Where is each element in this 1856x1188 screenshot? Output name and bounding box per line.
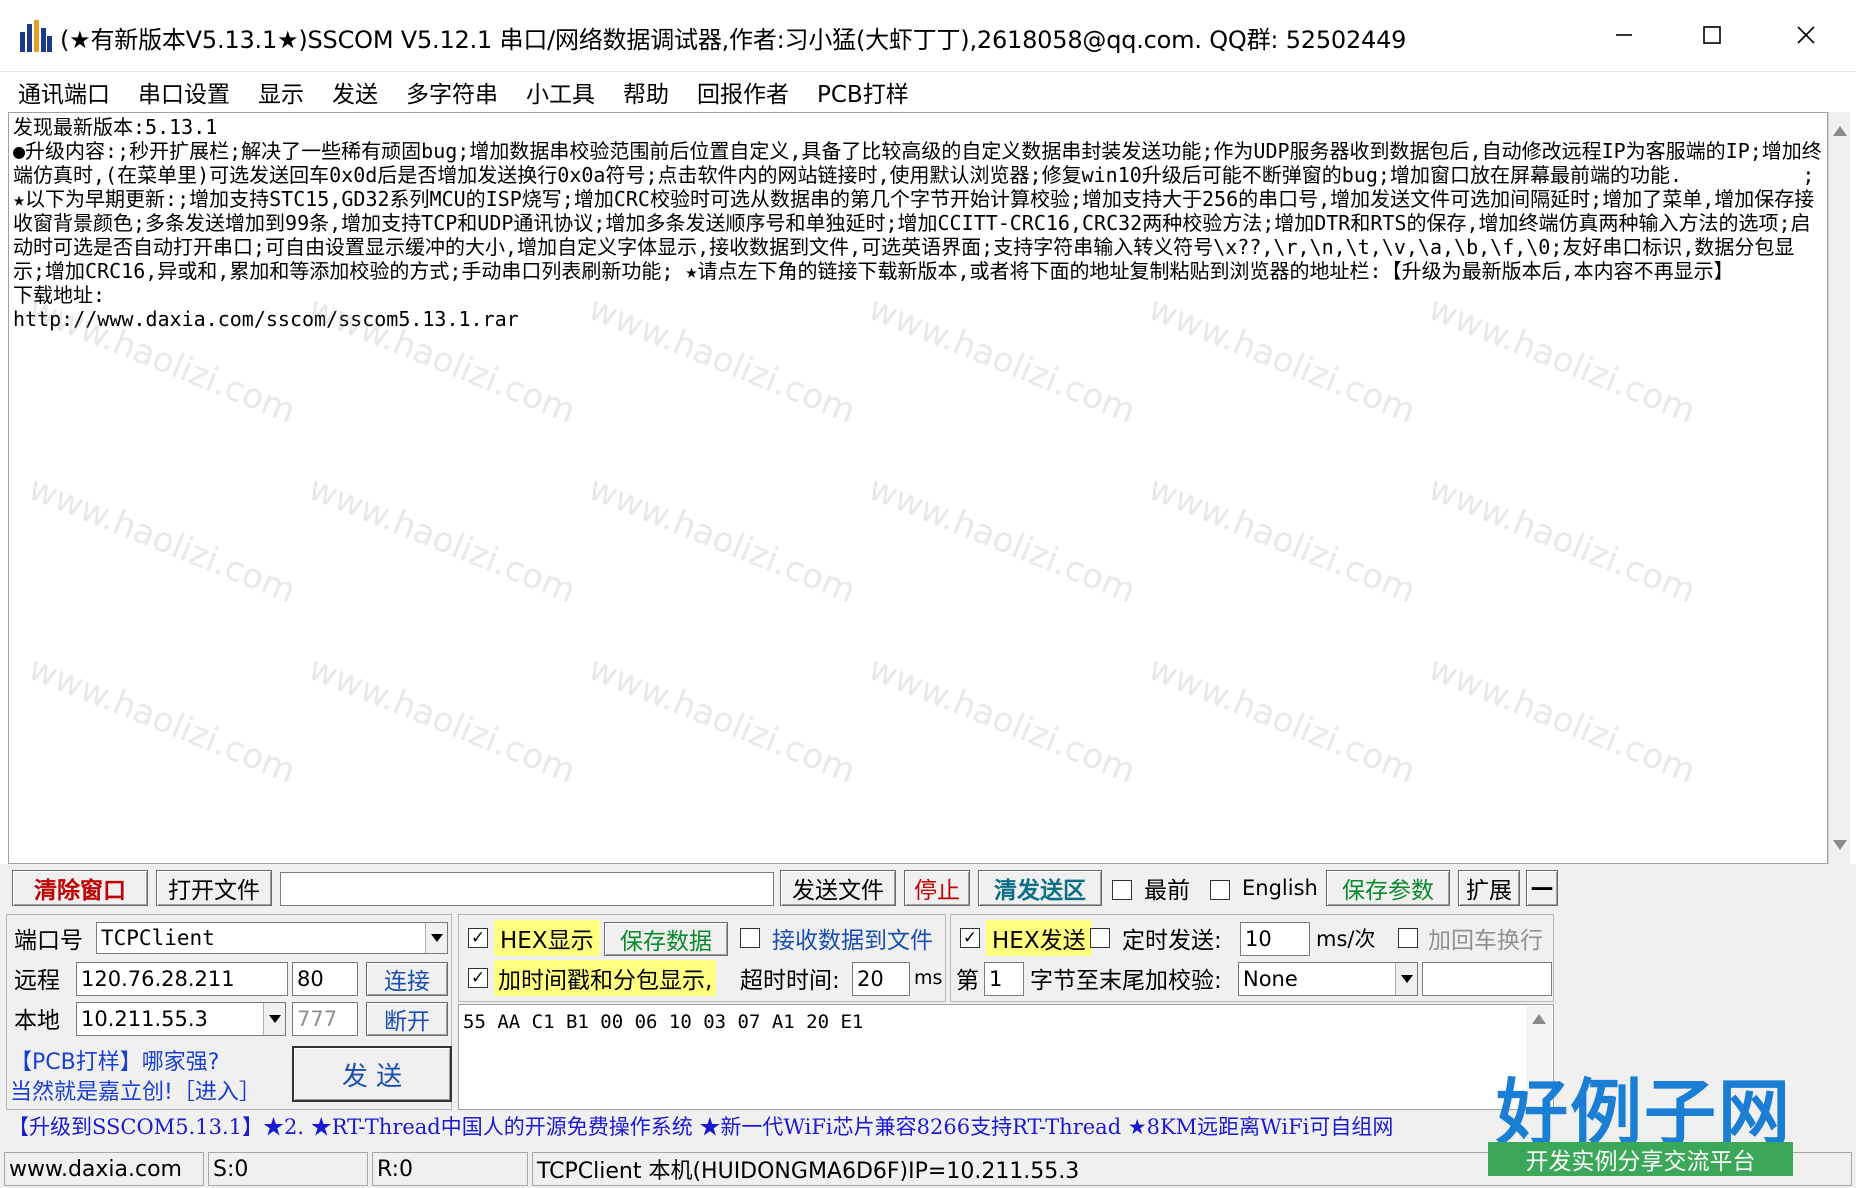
menu-display[interactable]: 显示 bbox=[258, 75, 304, 109]
append-crlf-label: 加回车换行 bbox=[1428, 928, 1543, 954]
nth-label: 第 bbox=[956, 968, 979, 994]
scroll-up-icon[interactable] bbox=[1833, 126, 1847, 136]
timed-send-checkbox[interactable] bbox=[1090, 928, 1110, 948]
timestamp-checkbox[interactable]: ✓ bbox=[468, 968, 488, 988]
send-data-input[interactable]: 55 AA C1 B1 00 06 10 03 07 A1 20 E1 bbox=[458, 1004, 1554, 1110]
port-label: 端口号 bbox=[14, 928, 83, 954]
english-checkbox[interactable] bbox=[1210, 880, 1230, 900]
logo-subtitle: 开发实例分享交流平台 bbox=[1488, 1142, 1793, 1176]
local-label: 本地 bbox=[14, 1008, 60, 1034]
status-site[interactable]: www.daxia.com bbox=[4, 1152, 204, 1186]
recv-to-file-checkbox[interactable] bbox=[740, 928, 760, 948]
connect-button[interactable]: 连接 bbox=[366, 962, 448, 996]
topmost-checkbox[interactable] bbox=[1112, 880, 1132, 900]
scroll-up-icon[interactable] bbox=[1532, 1014, 1546, 1024]
receive-text: 发现最新版本:5.13.1 ●升级内容:;秒开扩展栏;解决了一些稀有顽固bug;… bbox=[13, 115, 1822, 331]
clear-send-button[interactable]: 清发送区 bbox=[978, 870, 1102, 906]
recv-to-file-label: 接收数据到文件 bbox=[772, 928, 933, 954]
menu-feedback[interactable]: 回报作者 bbox=[697, 75, 789, 109]
checksum-select[interactable]: None bbox=[1238, 962, 1418, 996]
interval-unit: ms/次 bbox=[1316, 927, 1376, 951]
local-port-input[interactable]: 777 bbox=[292, 1002, 358, 1036]
minimize-button[interactable] bbox=[1596, 10, 1652, 60]
save-data-button[interactable]: 保存数据 bbox=[604, 922, 728, 956]
maximize-button[interactable] bbox=[1684, 10, 1740, 60]
timed-send-label: 定时发送: bbox=[1122, 928, 1222, 954]
title-bar: (★有新版本V5.13.1★)SSCOM V5.12.1 串口/网络数据调试器,… bbox=[0, 0, 1856, 72]
menu-pcb[interactable]: PCB打样 bbox=[817, 75, 909, 109]
window-title: (★有新版本V5.13.1★)SSCOM V5.12.1 串口/网络数据调试器,… bbox=[60, 26, 1407, 54]
status-received: R:0 bbox=[372, 1152, 528, 1186]
status-sent: S:0 bbox=[208, 1152, 368, 1186]
minimize-icon bbox=[1616, 34, 1632, 36]
expand-button[interactable]: 扩展 bbox=[1458, 870, 1520, 906]
english-label: English bbox=[1242, 876, 1318, 900]
hex-display-label: HEX显示 bbox=[494, 920, 600, 956]
port-value: TCPClient bbox=[101, 926, 215, 950]
append-crlf-checkbox[interactable] bbox=[1398, 928, 1418, 948]
timeout-input[interactable]: 20 bbox=[852, 962, 910, 996]
send-button[interactable]: 发 送 bbox=[292, 1046, 452, 1102]
jlc-promo-link[interactable]: 当然就是嘉立创!［进入］ bbox=[10, 1074, 261, 1106]
timeout-unit: ms bbox=[914, 967, 943, 989]
receive-scrollbar[interactable] bbox=[1828, 112, 1850, 864]
send-data-text: 55 AA C1 B1 00 06 10 03 07 A1 20 E1 bbox=[463, 1011, 864, 1033]
chevron-down-icon[interactable] bbox=[263, 1003, 285, 1035]
timed-interval-input[interactable]: 10 bbox=[1240, 922, 1310, 956]
sscom-app-icon bbox=[18, 18, 54, 54]
timestamp-label: 加时间戳和分包显示, bbox=[494, 960, 717, 996]
hex-display-checkbox[interactable]: ✓ bbox=[468, 928, 488, 948]
menu-help[interactable]: 帮助 bbox=[623, 75, 669, 109]
menu-tools[interactable]: 小工具 bbox=[526, 75, 595, 109]
stop-button[interactable]: 停止 bbox=[904, 870, 970, 906]
checksum-label: 字节至末尾加校验: bbox=[1030, 968, 1222, 994]
checksum-value: None bbox=[1243, 967, 1298, 991]
file-path-input[interactable] bbox=[280, 872, 774, 906]
chevron-down-icon[interactable] bbox=[1395, 963, 1417, 995]
open-file-button[interactable]: 打开文件 bbox=[156, 870, 272, 906]
remote-label: 远程 bbox=[14, 968, 60, 994]
timeout-label: 超时时间: bbox=[740, 968, 840, 994]
scroll-down-icon[interactable] bbox=[1833, 840, 1847, 850]
menu-bar: 通讯端口 串口设置 显示 发送 多字符串 小工具 帮助 回报作者 PCB打样 bbox=[0, 72, 1856, 112]
maximize-icon bbox=[1703, 26, 1721, 44]
nth-byte-input[interactable]: 1 bbox=[984, 962, 1024, 996]
menu-send[interactable]: 发送 bbox=[332, 75, 378, 109]
save-params-button[interactable]: 保存参数 bbox=[1326, 870, 1450, 906]
clear-window-button[interactable]: 清除窗口 bbox=[12, 870, 148, 906]
hex-send-checkbox[interactable]: ✓ bbox=[960, 928, 980, 948]
receive-area[interactable]: 发现最新版本:5.13.1 ●升级内容:;秒开扩展栏;解决了一些稀有顽固bug;… bbox=[8, 112, 1828, 864]
close-icon bbox=[1797, 26, 1815, 44]
close-button[interactable] bbox=[1778, 10, 1834, 60]
haolizi-logo: 好例子网 开发实例分享交流平台 bbox=[1488, 1054, 1828, 1180]
hex-send-label: HEX发送 bbox=[986, 920, 1092, 956]
remote-ip-input[interactable]: 120.76.28.211 bbox=[76, 962, 288, 996]
menu-comm-port[interactable]: 通讯端口 bbox=[18, 75, 110, 109]
send-file-button[interactable]: 发送文件 bbox=[780, 870, 896, 906]
disconnect-button[interactable]: 断开 bbox=[366, 1002, 448, 1036]
topmost-label: 最前 bbox=[1144, 878, 1190, 904]
pcb-promo-link[interactable]: 【PCB打样】哪家强? bbox=[10, 1044, 219, 1076]
local-ip-value: 10.211.55.3 bbox=[81, 1007, 208, 1031]
menu-serial-settings[interactable]: 串口设置 bbox=[138, 75, 230, 109]
local-ip-select[interactable]: 10.211.55.3 bbox=[76, 1002, 286, 1036]
collapse-button[interactable]: — bbox=[1526, 870, 1558, 906]
checksum-extra-input[interactable] bbox=[1422, 962, 1552, 996]
remote-port-input[interactable]: 80 bbox=[292, 962, 358, 996]
chevron-down-icon[interactable] bbox=[425, 923, 447, 953]
menu-multi-string[interactable]: 多字符串 bbox=[406, 75, 498, 109]
port-select[interactable]: TCPClient bbox=[96, 922, 448, 954]
